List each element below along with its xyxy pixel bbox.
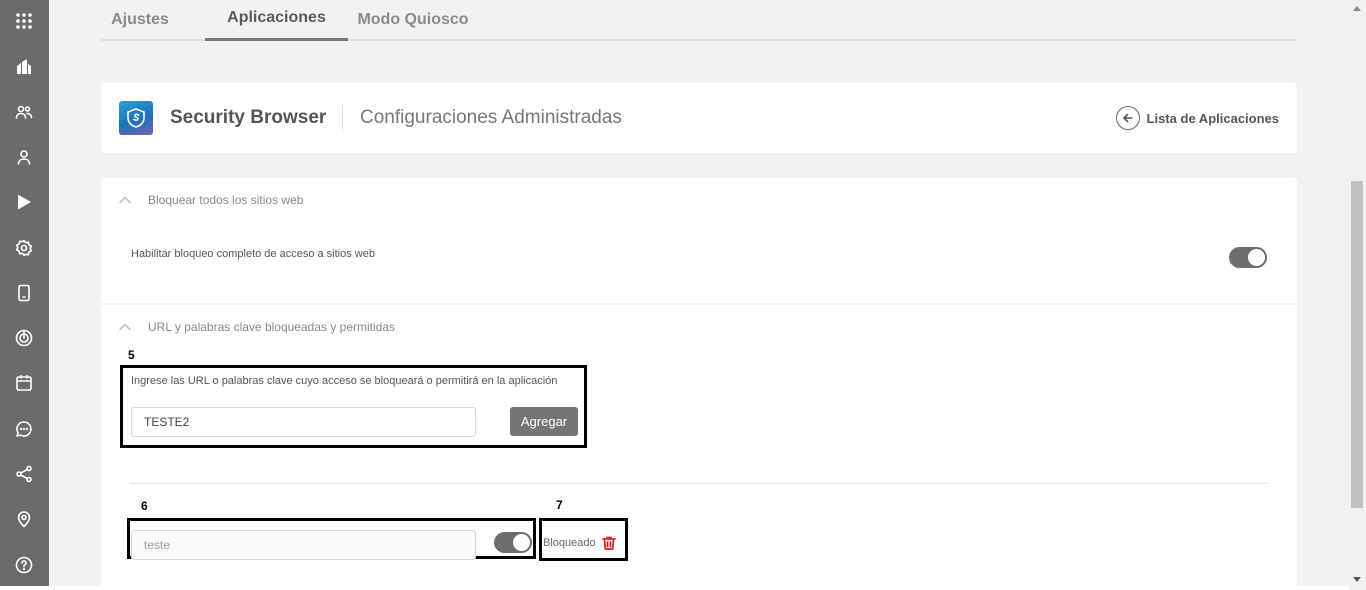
annotation-number: 6 bbox=[141, 499, 148, 513]
block-all-sites-section: Bloquear todos los sitios web Habilitar … bbox=[101, 178, 1297, 303]
scroll-thumb[interactable] bbox=[1351, 181, 1363, 508]
section-title: URL y palabras clave bloqueadas y permit… bbox=[148, 320, 396, 334]
share-icon[interactable] bbox=[12, 462, 36, 486]
scroll-down-icon[interactable] bbox=[1353, 577, 1361, 582]
entry-value: teste bbox=[144, 538, 171, 552]
back-to-app-list-link[interactable]: Lista de Aplicaciones bbox=[1115, 106, 1279, 130]
page-subtitle: Configuraciones Administradas bbox=[360, 107, 622, 128]
tab-label: Aplicaciones bbox=[227, 9, 326, 26]
play-store-icon[interactable] bbox=[12, 190, 36, 214]
tab-aplicaciones[interactable]: Aplicaciones bbox=[205, 0, 348, 41]
dashboard-icon[interactable] bbox=[12, 54, 36, 78]
annotation-number: 7 bbox=[556, 498, 563, 512]
shield-icon bbox=[119, 101, 153, 135]
groups-icon[interactable] bbox=[12, 100, 36, 124]
trash-icon[interactable] bbox=[601, 535, 617, 551]
toggle-knob bbox=[513, 534, 530, 551]
block-all-toggle[interactable] bbox=[1229, 247, 1267, 268]
tab-modo-quiosco[interactable]: Modo Quiosco bbox=[353, 0, 473, 41]
toggle-knob bbox=[1248, 249, 1265, 266]
sidebar bbox=[0, 0, 49, 586]
section-header-block-all[interactable]: Bloquear todos los sitios web bbox=[118, 193, 303, 207]
back-link-label: Lista de Aplicaciones bbox=[1146, 110, 1279, 126]
url-entry-block-toggle[interactable] bbox=[494, 532, 532, 553]
section-title: Bloquear todos los sitios web bbox=[148, 193, 304, 207]
tab-label: Ajustes bbox=[111, 10, 169, 28]
annotation-number: 5 bbox=[128, 348, 135, 362]
url-keyword-input[interactable]: TESTE2 bbox=[131, 407, 476, 437]
url-keywords-section: URL y palabras clave bloqueadas y permit… bbox=[101, 305, 1297, 590]
tab-bar: Ajustes Aplicaciones Modo Quiosco bbox=[101, 0, 1297, 41]
block-all-toggle-label: Habilitar bloqueo completo de acceso a s… bbox=[131, 248, 375, 260]
bottom-edge bbox=[0, 586, 1349, 590]
apps-grid-icon[interactable] bbox=[12, 9, 36, 33]
settings-icon[interactable] bbox=[12, 236, 36, 260]
tab-ajustes[interactable]: Ajustes bbox=[101, 0, 179, 41]
section-header-url-keywords[interactable]: URL y palabras clave bloqueadas y permit… bbox=[118, 320, 395, 334]
url-instruction: Ingrese las URL o palabras clave cuyo ac… bbox=[131, 375, 558, 387]
calendar-icon[interactable] bbox=[12, 371, 36, 395]
chat-icon[interactable] bbox=[12, 417, 36, 441]
url-entry-field[interactable]: teste bbox=[131, 530, 476, 560]
scroll-up-icon[interactable] bbox=[1353, 6, 1361, 11]
input-value: TESTE2 bbox=[144, 415, 190, 429]
vertical-scrollbar[interactable] bbox=[1349, 0, 1366, 590]
radar-icon[interactable] bbox=[12, 326, 36, 350]
help-icon[interactable] bbox=[12, 553, 36, 577]
divider bbox=[342, 105, 343, 131]
tab-label: Modo Quiosco bbox=[357, 10, 469, 28]
user-icon[interactable] bbox=[12, 145, 36, 169]
url-entry-status: Bloqueado bbox=[543, 537, 596, 549]
add-button[interactable]: Agregar bbox=[510, 407, 578, 436]
device-icon[interactable] bbox=[12, 281, 36, 305]
location-icon[interactable] bbox=[12, 507, 36, 531]
app-name: Security Browser bbox=[170, 107, 327, 128]
arrow-left-icon bbox=[1115, 106, 1140, 130]
chevron-up-icon bbox=[118, 320, 132, 334]
chevron-up-icon bbox=[118, 193, 132, 207]
divider bbox=[130, 483, 1268, 484]
app-header-card: Security Browser Configuraciones Adminis… bbox=[101, 83, 1297, 153]
